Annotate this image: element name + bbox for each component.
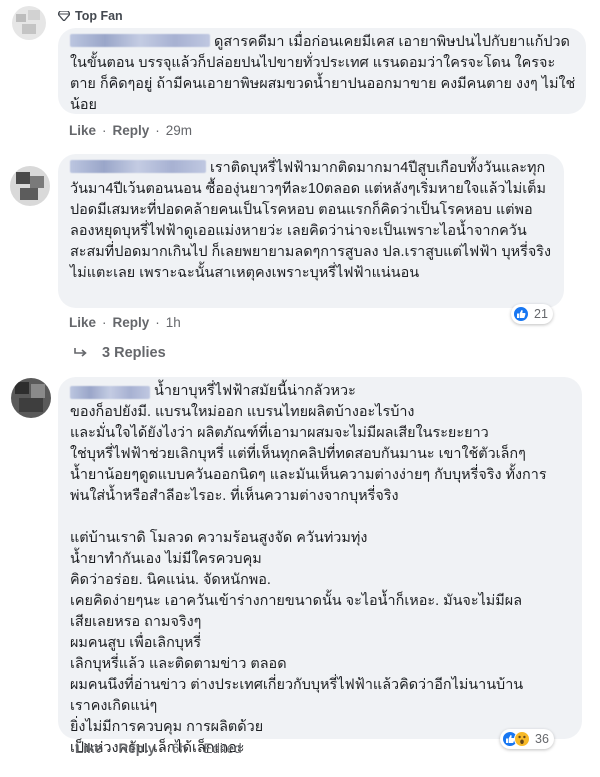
comment-timestamp[interactable]: 6h bbox=[172, 741, 187, 756]
commenter-avatar[interactable] bbox=[10, 166, 50, 206]
view-replies-link[interactable]: 3 Replies bbox=[74, 345, 166, 361]
reply-link[interactable]: Reply bbox=[119, 741, 156, 756]
like-link[interactable]: Like bbox=[69, 315, 96, 330]
edited-label[interactable]: Edited bbox=[203, 741, 241, 756]
diamond-icon bbox=[58, 11, 70, 21]
like-reaction-icon bbox=[513, 306, 529, 322]
reply-link[interactable]: Reply bbox=[113, 315, 150, 330]
replies-label: 3 Replies bbox=[102, 345, 166, 361]
commenter-avatar[interactable] bbox=[11, 378, 51, 418]
comment-text: เราติดบุหรี่ไฟฟ้ามากติดมากมา4ปีสูบเกือบท… bbox=[70, 160, 552, 281]
commenter-name[interactable] bbox=[70, 160, 206, 173]
comment-timestamp[interactable]: 29m bbox=[166, 123, 192, 138]
comment-bubble: น้ำยาบุหรี่ไฟฟ้าสมัยนี้น่ากลัวหวะ ของก็อ… bbox=[58, 377, 582, 756]
comment-bubble: ดูสารคดีมา เมื่อก่อนเคยมีเคส เอายาพิษปนไ… bbox=[58, 28, 586, 114]
reply-arrow-icon bbox=[74, 348, 87, 357]
reply-link[interactable]: Reply bbox=[113, 123, 150, 138]
commenter-name[interactable] bbox=[70, 34, 210, 47]
comment-timestamp[interactable]: 1h bbox=[166, 315, 181, 330]
reaction-summary[interactable]: 36 bbox=[500, 729, 554, 749]
reaction-count: 36 bbox=[535, 732, 549, 746]
like-link[interactable]: Like bbox=[69, 123, 96, 138]
commenter-avatar[interactable] bbox=[12, 6, 46, 40]
comment-actions: Like · Reply · 29m bbox=[69, 123, 193, 138]
comment-actions: Like · Reply · 6h · Edited bbox=[75, 741, 242, 756]
top-fan-badge: Top Fan bbox=[58, 9, 123, 23]
comment-bubble: เราติดบุหรี่ไฟฟ้ามากติดมากมา4ปีสูบเกือบท… bbox=[58, 154, 564, 308]
reaction-count: 21 bbox=[534, 307, 548, 321]
wow-reaction-icon bbox=[514, 731, 530, 747]
like-link[interactable]: Like bbox=[75, 741, 102, 756]
comment-text: น้ำยาบุหรี่ไฟฟ้าสมัยนี้น่ากลัวหวะ ของก็อ… bbox=[70, 383, 547, 756]
reaction-summary[interactable]: 21 bbox=[511, 304, 553, 324]
comment-actions: Like · Reply · 1h bbox=[69, 315, 181, 330]
